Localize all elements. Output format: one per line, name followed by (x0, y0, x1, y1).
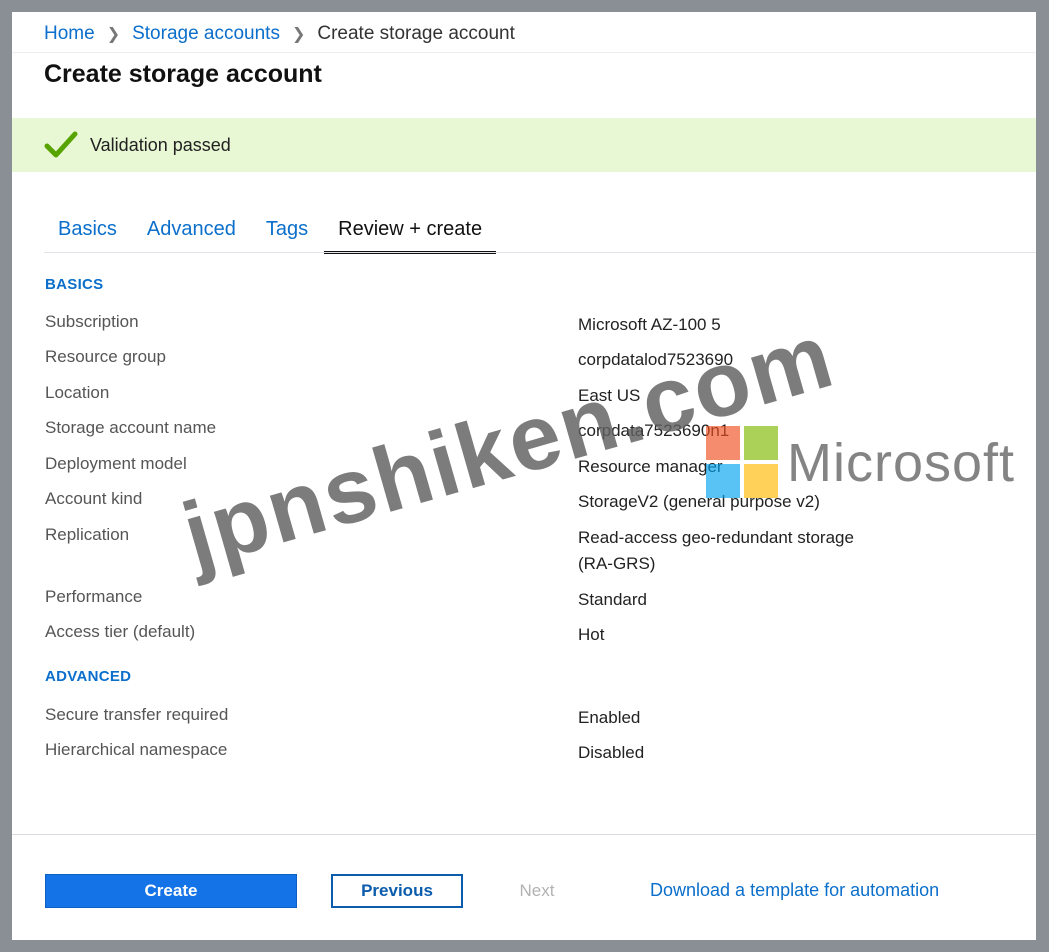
divider (12, 52, 1036, 53)
row-value: Read-access geo-redundant storage (RA-GR… (578, 528, 854, 573)
row-value: Hot (578, 625, 605, 644)
create-button[interactable]: Create (45, 874, 297, 908)
validation-banner: Validation passed (12, 118, 1036, 172)
section-heading-basics: BASICS (45, 276, 104, 293)
action-bar: Create Previous Next Download a template… (45, 874, 1005, 908)
row-value: Standard (578, 590, 647, 609)
download-template-link[interactable]: Download a template for automation (650, 880, 939, 901)
breadcrumb-storage-accounts[interactable]: Storage accounts (132, 23, 280, 45)
validation-message: Validation passed (90, 134, 231, 155)
section-heading-advanced: ADVANCED (45, 668, 132, 685)
breadcrumb-current: Create storage account (317, 23, 515, 44)
row-label: Deployment model (45, 454, 187, 473)
breadcrumb-home[interactable]: Home (44, 23, 95, 45)
row-label: Replication (45, 525, 130, 544)
tab-tags[interactable]: Tags (266, 212, 308, 251)
row-label: Secure transfer required (45, 705, 229, 724)
row-value: Enabled (578, 708, 641, 727)
chevron-right-icon: ❯ (291, 26, 306, 43)
tab-advanced[interactable]: Advanced (147, 212, 236, 251)
divider (12, 834, 1036, 835)
chevron-right-icon: ❯ (106, 26, 121, 43)
row-value: Disabled (578, 743, 645, 762)
row-label: Subscription (45, 312, 139, 331)
page-title: Create storage account (44, 60, 322, 88)
previous-button[interactable]: Previous (331, 874, 463, 908)
tab-bar: Basics Advanced Tags Review + create (44, 212, 526, 254)
row-label: Performance (45, 587, 143, 606)
row-label: Account kind (45, 489, 143, 508)
next-button: Next (519, 881, 555, 900)
breadcrumb: Home ❯ Storage accounts ❯ Create storage… (44, 22, 515, 46)
row-label: Access tier (default) (45, 622, 196, 641)
row-label: Resource group (45, 347, 166, 366)
tab-review-create[interactable]: Review + create (324, 212, 497, 254)
row-label: Storage account name (45, 418, 217, 437)
tab-basics[interactable]: Basics (58, 212, 117, 251)
watermark-brand: Microsoft (787, 433, 1016, 493)
row-label: Hierarchical namespace (45, 740, 228, 759)
portal-blade: Home ❯ Storage accounts ❯ Create storage… (12, 12, 1036, 940)
divider (44, 252, 1036, 253)
checkmark-icon (44, 131, 78, 158)
row-label: Location (45, 383, 110, 402)
